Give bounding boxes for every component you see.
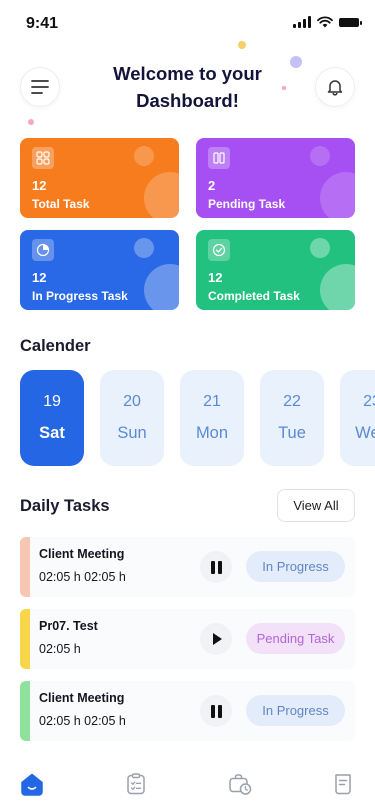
task-accent-bar (20, 681, 30, 741)
stat-count: 12 (32, 270, 47, 285)
decor-bubble (310, 146, 330, 166)
menu-button[interactable] (20, 67, 60, 107)
stat-count: 2 (208, 178, 216, 193)
stat-count: 12 (208, 270, 223, 285)
task-accent-bar (20, 537, 30, 597)
stat-count: 12 (32, 178, 47, 193)
status-bar: 9:41 (0, 0, 375, 48)
decor-bubble (134, 146, 154, 166)
calendar-day-20[interactable]: 20 Sun (100, 370, 164, 466)
nav-home[interactable] (18, 770, 46, 798)
task-title: Client Meeting (39, 547, 125, 561)
cellular-signal-icon (293, 16, 311, 28)
pause-icon (210, 560, 222, 574)
day-number: 23 (363, 393, 375, 410)
nav-documents[interactable] (329, 770, 357, 798)
calendar-day-23[interactable]: 23 Wed (340, 370, 375, 466)
stat-card-total-task[interactable]: 12 Total Task (20, 138, 179, 218)
decor-dot-pink (28, 119, 34, 125)
day-number: 22 (283, 393, 301, 410)
task-title: Client Meeting (39, 691, 125, 705)
stat-card-in-progress-task[interactable]: 12 In Progress Task (20, 230, 179, 310)
calendar-heading: Calender (20, 337, 91, 355)
calendar-day-21[interactable]: 21 Mon (180, 370, 244, 466)
decor-dot-lavender (290, 56, 302, 68)
day-name: Sat (39, 424, 65, 442)
stat-label: Completed Task (208, 289, 300, 303)
status-badge: Pending Task (246, 623, 345, 654)
task-row[interactable]: Client Meeting 02:05 h 02:05 h In Progre… (20, 537, 355, 597)
play-button[interactable] (200, 623, 232, 655)
pie-chart-icon (32, 239, 54, 261)
pause-box-icon (208, 147, 230, 169)
stat-label: Pending Task (208, 197, 286, 211)
decor-bubble (134, 238, 154, 258)
status-icons (293, 16, 362, 28)
calendar-day-19[interactable]: 19 Sat (20, 370, 84, 466)
decor-bubble (310, 238, 330, 258)
calendar-overflow-clip: 23 Wed (340, 370, 375, 466)
decor-dot-yellow (238, 41, 246, 49)
pause-icon (210, 704, 222, 718)
clipboard-check-icon (127, 773, 145, 795)
decor-bubble (320, 264, 355, 310)
decor-bubble (144, 172, 179, 218)
task-row[interactable]: Pr07. Test 02:05 h Pending Task (20, 609, 355, 669)
status-badge: In Progress (246, 695, 345, 726)
task-accent-bar (20, 609, 30, 669)
home-icon (21, 773, 43, 796)
wifi-icon (317, 16, 333, 28)
briefcase-clock-icon (229, 774, 252, 795)
task-time: 02:05 h (39, 642, 81, 656)
page-title: Welcome to your Dashboard! (113, 63, 262, 111)
task-title: Pr07. Test (39, 619, 98, 633)
play-icon (212, 633, 222, 645)
bottom-nav (0, 760, 375, 812)
decor-bubble (320, 172, 355, 218)
day-number: 20 (123, 393, 141, 410)
nav-work-time[interactable] (226, 770, 254, 798)
decor-bubble (144, 264, 179, 310)
stat-label: Total Task (32, 197, 90, 211)
day-name: Wed (355, 424, 375, 442)
grid-icon (32, 147, 54, 169)
stat-card-pending-task[interactable]: 2 Pending Task (196, 138, 355, 218)
status-badge: In Progress (246, 551, 345, 582)
notification-button[interactable] (315, 67, 355, 107)
document-icon (335, 774, 351, 795)
task-time: 02:05 h 02:05 h (39, 570, 126, 584)
daily-tasks-heading: Daily Tasks (20, 497, 110, 515)
stat-card-completed-task[interactable]: 12 Completed Task (196, 230, 355, 310)
check-circle-icon (208, 239, 230, 261)
view-all-button[interactable]: View All (277, 489, 355, 522)
calendar-day-22[interactable]: 22 Tue (260, 370, 324, 466)
bell-icon (327, 80, 343, 96)
task-time: 02:05 h 02:05 h (39, 714, 126, 728)
day-name: Tue (278, 424, 306, 442)
battery-icon (339, 17, 362, 27)
stat-label: In Progress Task (32, 289, 128, 303)
hamburger-menu-icon (31, 80, 49, 94)
task-row[interactable]: Client Meeting 02:05 h 02:05 h In Progre… (20, 681, 355, 741)
status-time: 9:41 (26, 15, 59, 32)
day-name: Sun (117, 424, 147, 442)
pause-button[interactable] (200, 551, 232, 583)
day-number: 19 (43, 393, 61, 410)
day-name: Mon (195, 424, 229, 442)
day-number: 21 (203, 393, 221, 410)
pause-button[interactable] (200, 695, 232, 727)
nav-tasks[interactable] (122, 770, 150, 798)
